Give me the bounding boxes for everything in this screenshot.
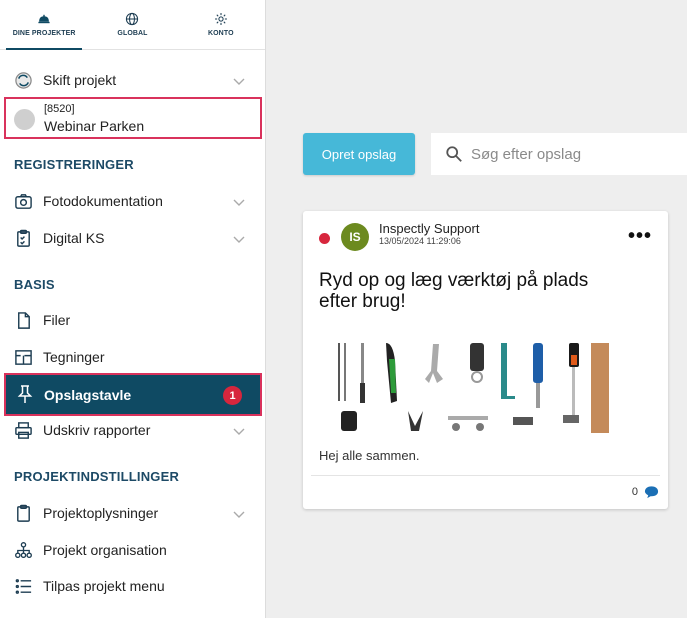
project-name: Webinar Parken — [44, 118, 145, 134]
comment-icon[interactable] — [644, 485, 659, 499]
sidebar-item-digital-ks[interactable]: Digital KS — [0, 226, 266, 250]
tab-label: KONTO — [207, 30, 234, 37]
post-card[interactable]: IS Inspectly Support 13/05/2024 11:29:06… — [303, 211, 668, 509]
project-avatar — [14, 109, 35, 130]
sidebar-item-filer[interactable]: Filer — [0, 308, 266, 332]
comment-count: 0 — [631, 486, 638, 498]
notification-badge: 1 — [223, 386, 242, 405]
top-navigation: DINE PROJEKTER GLOBAL KONTO — [0, 0, 265, 50]
sidebar-item-label: Fotodokumentation — [43, 193, 163, 209]
organization-icon — [13, 540, 33, 560]
tab-label: DINE PROJEKTER — [12, 30, 76, 37]
clipboard-check-icon — [13, 228, 33, 248]
section-registreringer: REGISTRERINGER — [14, 157, 134, 172]
more-options-button[interactable]: ••• — [628, 225, 652, 248]
chevron-down-icon — [233, 236, 245, 243]
tab-label: GLOBAL — [117, 30, 148, 37]
chevron-down-icon — [233, 78, 245, 85]
chevron-down-icon — [233, 199, 245, 206]
chevron-down-icon — [233, 428, 245, 435]
refresh-project-icon — [13, 70, 33, 90]
sidebar: DINE PROJEKTER GLOBAL KONTO Skift projek… — [0, 0, 266, 618]
sidebar-item-label: Digital KS — [43, 230, 105, 246]
tab-konto[interactable]: KONTO — [177, 0, 265, 49]
author-avatar: IS — [341, 223, 369, 251]
file-icon — [13, 310, 33, 330]
unread-indicator — [319, 233, 330, 244]
project-code: [8520] — [44, 103, 75, 115]
post-date: 13/05/2024 11:29:06 — [379, 236, 461, 246]
tools-image — [338, 343, 609, 433]
sidebar-item-tegninger[interactable]: Tegninger — [0, 345, 266, 369]
search-placeholder: Søg efter opslag — [471, 146, 582, 163]
section-projektindstillinger: PROJEKTINDSTILLINGER — [14, 469, 180, 484]
sidebar-item-label: Projektoplysninger — [43, 505, 159, 521]
post-body: Hej alle sammen. — [319, 448, 420, 463]
search-icon — [446, 146, 462, 162]
gear-icon — [214, 13, 227, 25]
switch-project-row[interactable]: Skift projekt — [0, 68, 266, 92]
sidebar-item-tilpas-projekt-menu[interactable]: Tilpas projekt menu — [0, 574, 266, 598]
post-title: Ryd op og læg værktøj på plads efter bru… — [319, 270, 589, 312]
pin-icon — [17, 385, 33, 403]
sidebar-item-projektoplysninger[interactable]: Projektoplysninger — [0, 501, 266, 525]
sidebar-item-label: Tilpas projekt menu — [43, 578, 165, 594]
current-project[interactable]: [8520] Webinar Parken — [4, 97, 262, 139]
tab-dine-projekter[interactable]: DINE PROJEKTER — [0, 0, 88, 50]
post-author: Inspectly Support — [379, 221, 480, 236]
globe-icon — [126, 12, 139, 26]
printer-icon — [13, 420, 33, 440]
drawing-icon — [13, 347, 33, 367]
sidebar-item-udskriv-rapporter[interactable]: Udskriv rapporter — [0, 418, 266, 442]
tab-global[interactable]: GLOBAL — [88, 0, 176, 49]
sidebar-item-fotodokumentation[interactable]: Fotodokumentation — [0, 189, 266, 213]
create-post-button[interactable]: Opret opslag — [303, 133, 415, 175]
section-basis: BASIS — [14, 277, 55, 292]
chevron-down-icon — [233, 511, 245, 518]
sidebar-item-label: Projekt organisation — [43, 542, 167, 558]
sidebar-item-label: Opslagstavle — [44, 387, 132, 403]
helmet-icon — [38, 14, 50, 24]
divider — [311, 475, 660, 476]
sidebar-item-label: Tegninger — [43, 349, 105, 365]
sidebar-item-label: Filer — [43, 312, 71, 328]
clipboard-icon — [13, 503, 33, 523]
sidebar-item-label: Udskriv rapporter — [43, 422, 151, 438]
sidebar-item-opslagstavle[interactable]: Opslagstavle 1 — [4, 373, 262, 416]
camera-icon — [13, 191, 33, 211]
list-icon — [13, 576, 33, 596]
switch-project-label: Skift projekt — [43, 72, 117, 88]
search-input[interactable]: Søg efter opslag — [431, 133, 687, 175]
sidebar-item-projekt-organisation[interactable]: Projekt organisation — [0, 538, 266, 562]
